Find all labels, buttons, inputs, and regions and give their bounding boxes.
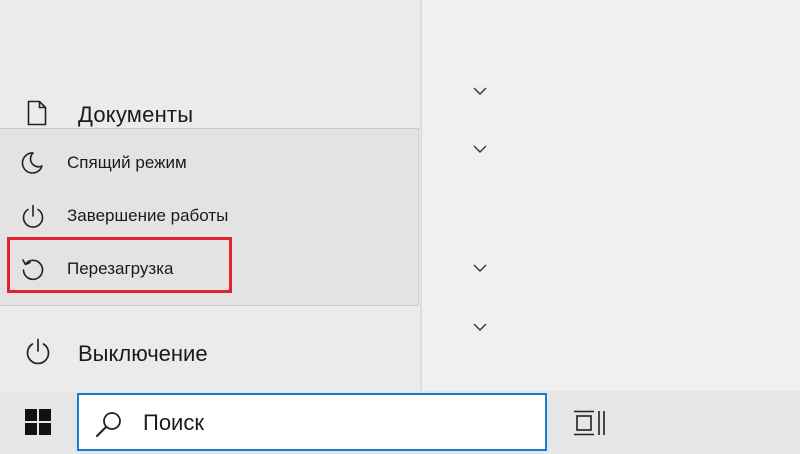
taskbar-search-box[interactable] xyxy=(77,393,547,451)
task-view-icon[interactable] xyxy=(574,410,606,441)
start-menu-tiles-area xyxy=(422,0,800,391)
group-expand-chevron-icon[interactable] xyxy=(473,322,487,332)
group-expand-chevron-icon[interactable] xyxy=(473,263,487,273)
start-item-power[interactable]: Выключение xyxy=(0,328,420,378)
group-expand-chevron-icon[interactable] xyxy=(473,86,487,96)
search-icon xyxy=(95,411,123,442)
moon-icon xyxy=(20,151,44,180)
restart-highlight-box xyxy=(7,237,232,293)
document-icon xyxy=(27,100,47,131)
sleep-label: Спящий режим xyxy=(67,153,187,172)
search-input[interactable] xyxy=(143,409,533,437)
start-item-documents[interactable]: Документы xyxy=(0,96,420,130)
power-options-flyout: Спящий режим Завершение работы Перезагру… xyxy=(0,128,419,306)
power-icon xyxy=(24,338,52,371)
shutdown-option-label: Завершение работы xyxy=(67,206,229,225)
power-icon xyxy=(20,204,46,235)
power-label: Выключение xyxy=(78,341,208,366)
documents-label: Документы xyxy=(78,102,194,127)
power-option-shutdown[interactable]: Завершение работы xyxy=(0,193,418,239)
group-expand-chevron-icon[interactable] xyxy=(473,144,487,154)
windows-logo-icon[interactable] xyxy=(25,409,51,440)
taskbar xyxy=(0,391,800,454)
power-option-sleep[interactable]: Спящий режим xyxy=(0,140,418,186)
